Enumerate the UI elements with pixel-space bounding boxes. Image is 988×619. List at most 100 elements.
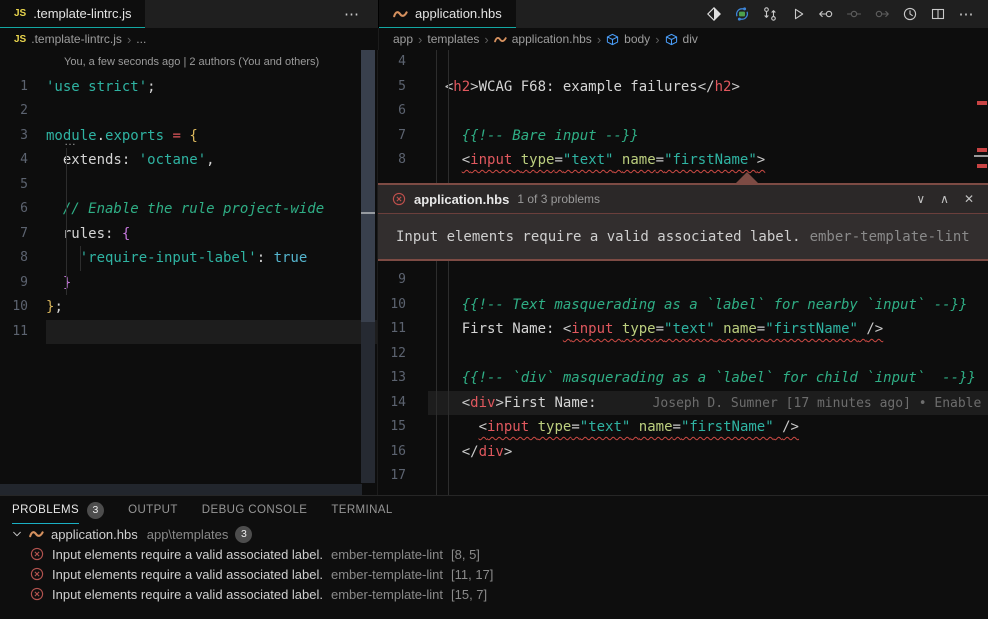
line-number: 1 <box>0 75 46 100</box>
code-line-5[interactable]: 5 <box>0 173 377 198</box>
line-number: 11 <box>0 320 46 345</box>
line-number: 5 <box>0 173 46 198</box>
editor-template-lintrc[interactable]: You, a few seconds ago | 2 authors (You … <box>0 50 378 495</box>
peek-previous-button[interactable]: ∧ <box>940 192 949 206</box>
breadcrumb-body[interactable]: body <box>606 32 650 46</box>
code-lines-right-bottom: 910 {{!-- Text masquerading as a `label`… <box>378 268 988 489</box>
code-line-10[interactable]: 10}; <box>0 295 377 320</box>
code-line-1[interactable]: 1'use strict'; <box>0 75 377 100</box>
code-line-7[interactable]: 7 {{!-- Bare input --}} <box>378 124 988 149</box>
panel-tabs: PROBLEMS 3 OUTPUT DEBUG CONSOLE TERMINAL <box>0 496 988 524</box>
peek-source: ember-template-lint <box>810 229 970 245</box>
peek-file-name: application.hbs <box>414 192 509 207</box>
symbol-element-icon <box>606 33 619 46</box>
code-line-2[interactable]: 2 <box>0 99 377 124</box>
git-compare-icon[interactable] <box>756 1 784 27</box>
tab-debug-console[interactable]: DEBUG CONSOLE <box>202 496 308 524</box>
problem-source: ember-template-lint <box>331 587 443 602</box>
code-line-4[interactable]: 4 <box>378 50 988 75</box>
error-icon <box>30 587 44 601</box>
breadcrumb-more[interactable]: ... <box>136 32 146 46</box>
line-number: 6 <box>0 197 46 222</box>
line-number: 10 <box>378 293 428 318</box>
code-line-3[interactable]: 3module.exports = { <box>0 124 377 149</box>
nav-forward-icon[interactable] <box>868 1 896 27</box>
breadcrumb-file[interactable]: .template-lintrc.js <box>31 32 122 46</box>
code-line-7[interactable]: 7 rules: { <box>0 222 377 247</box>
sync-colored-icon[interactable] <box>728 1 756 27</box>
format-diamond-icon[interactable] <box>700 1 728 27</box>
code-line-9[interactable]: 9 <box>378 268 988 293</box>
code-line-8[interactable]: 8 <input type="text" name="firstName"> <box>378 148 988 173</box>
editor-application-hbs[interactable]: 45 <h2>WCAG F68: example failures</h2>67… <box>378 50 988 495</box>
peek-problem-count: 1 of 3 problems <box>517 192 600 206</box>
peek-next-button[interactable]: ∨ <box>916 192 925 206</box>
indent-guide <box>436 50 437 495</box>
horizontal-scrollbar[interactable] <box>0 484 362 495</box>
overview-error-mark <box>977 148 987 152</box>
peek-body[interactable]: Input elements require a valid associate… <box>378 214 988 259</box>
problem-row[interactable]: Input elements require a valid associate… <box>0 564 988 584</box>
code-line-9[interactable]: 9 } <box>0 271 377 296</box>
vertical-scrollbar[interactable] <box>361 50 375 495</box>
tab-group-more-actions[interactable]: ⋯ <box>344 0 360 28</box>
problems-file-group[interactable]: application.hbs app\templates 3 <box>0 524 988 544</box>
breadcrumb-app[interactable]: app <box>393 32 413 46</box>
nav-back-icon[interactable] <box>812 1 840 27</box>
more-actions-icon[interactable]: ⋯ <box>952 1 980 27</box>
line-number: 13 <box>378 366 428 391</box>
overview-error-mark <box>977 164 987 168</box>
code-line-14[interactable]: 14 <div>First Name:Joseph D. Sumner [17 … <box>378 391 988 416</box>
breadcrumb-application-hbs[interactable]: application.hbs <box>494 32 592 46</box>
code-line-15[interactable]: 15 <input type="text" name="firstName" /… <box>378 415 988 440</box>
code-line-11[interactable]: 11 <box>0 320 377 345</box>
indent-guide <box>80 246 81 271</box>
timeline-icon[interactable] <box>896 1 924 27</box>
problem-position: [11, 17] <box>451 567 493 582</box>
file-problems-badge: 3 <box>235 526 252 543</box>
ember-icon <box>393 9 408 19</box>
code-line-11[interactable]: 11 First Name: <input type="text" name="… <box>378 317 988 342</box>
peek-close-button[interactable]: ✕ <box>964 192 974 206</box>
peek-view: application.hbs 1 of 3 problems ∨ ∧ ✕ In… <box>378 183 988 261</box>
chevron-right-icon: › <box>655 32 659 47</box>
ember-icon <box>29 529 44 539</box>
editor-actions: ⋯ <box>700 0 988 28</box>
split-editor-icon[interactable] <box>924 1 952 27</box>
gitlens-codelens[interactable]: You, a few seconds ago | 2 authors (You … <box>0 50 377 75</box>
code-line-6[interactable]: 6 <box>378 99 988 124</box>
gitlens-inline-blame: Joseph D. Sumner [17 minutes ago] • Enab… <box>653 396 982 411</box>
code-line-17[interactable]: 17 <box>378 464 988 489</box>
indent-guide <box>448 50 449 495</box>
scrollbar-slider[interactable] <box>361 50 375 322</box>
problem-row[interactable]: Input elements require a valid associate… <box>0 584 988 604</box>
problem-row[interactable]: Input elements require a valid associate… <box>0 544 988 564</box>
code-line-10[interactable]: 10 {{!-- Text masquerading as a `label` … <box>378 293 988 318</box>
line-number: 15 <box>378 415 428 440</box>
code-line-8[interactable]: 8 'require-input-label': true <box>0 246 377 271</box>
line-number: 14 <box>378 391 428 416</box>
code-line-16[interactable]: 16 </div> <box>378 440 988 465</box>
code-line-5[interactable]: 5 <h2>WCAG F68: example failures</h2> <box>378 75 988 100</box>
problem-position: [8, 5] <box>451 547 480 562</box>
problem-message: Input elements require a valid associate… <box>52 587 323 602</box>
line-number: 9 <box>0 271 46 296</box>
code-line-4[interactable]: 4 extends: 'octane', <box>0 148 377 173</box>
tab-terminal[interactable]: TERMINAL <box>331 496 392 524</box>
overview-ruler[interactable] <box>974 50 988 495</box>
breadcrumb-templates[interactable]: templates <box>427 32 479 46</box>
run-icon[interactable] <box>784 1 812 27</box>
tab-application-hbs[interactable]: application.hbs <box>379 0 516 28</box>
problem-source: ember-template-lint <box>331 567 443 582</box>
breadcrumb-div[interactable]: div <box>665 32 698 46</box>
tab-template-lintrc[interactable]: JS .template-lintrc.js <box>0 0 145 28</box>
problem-position: [15, 7] <box>451 587 487 602</box>
code-line-6[interactable]: 6 // Enable the rule project-wide <box>0 197 377 222</box>
tab-output[interactable]: OUTPUT <box>128 496 178 524</box>
indent-guide <box>66 148 67 295</box>
code-line-12[interactable]: 12 <box>378 342 988 367</box>
tab-problems[interactable]: PROBLEMS 3 <box>12 496 104 524</box>
code-line-13[interactable]: 13 {{!-- `div` masquerading as a `label`… <box>378 366 988 391</box>
nav-last-edit-icon[interactable] <box>840 1 868 27</box>
overview-error-mark <box>977 101 987 105</box>
